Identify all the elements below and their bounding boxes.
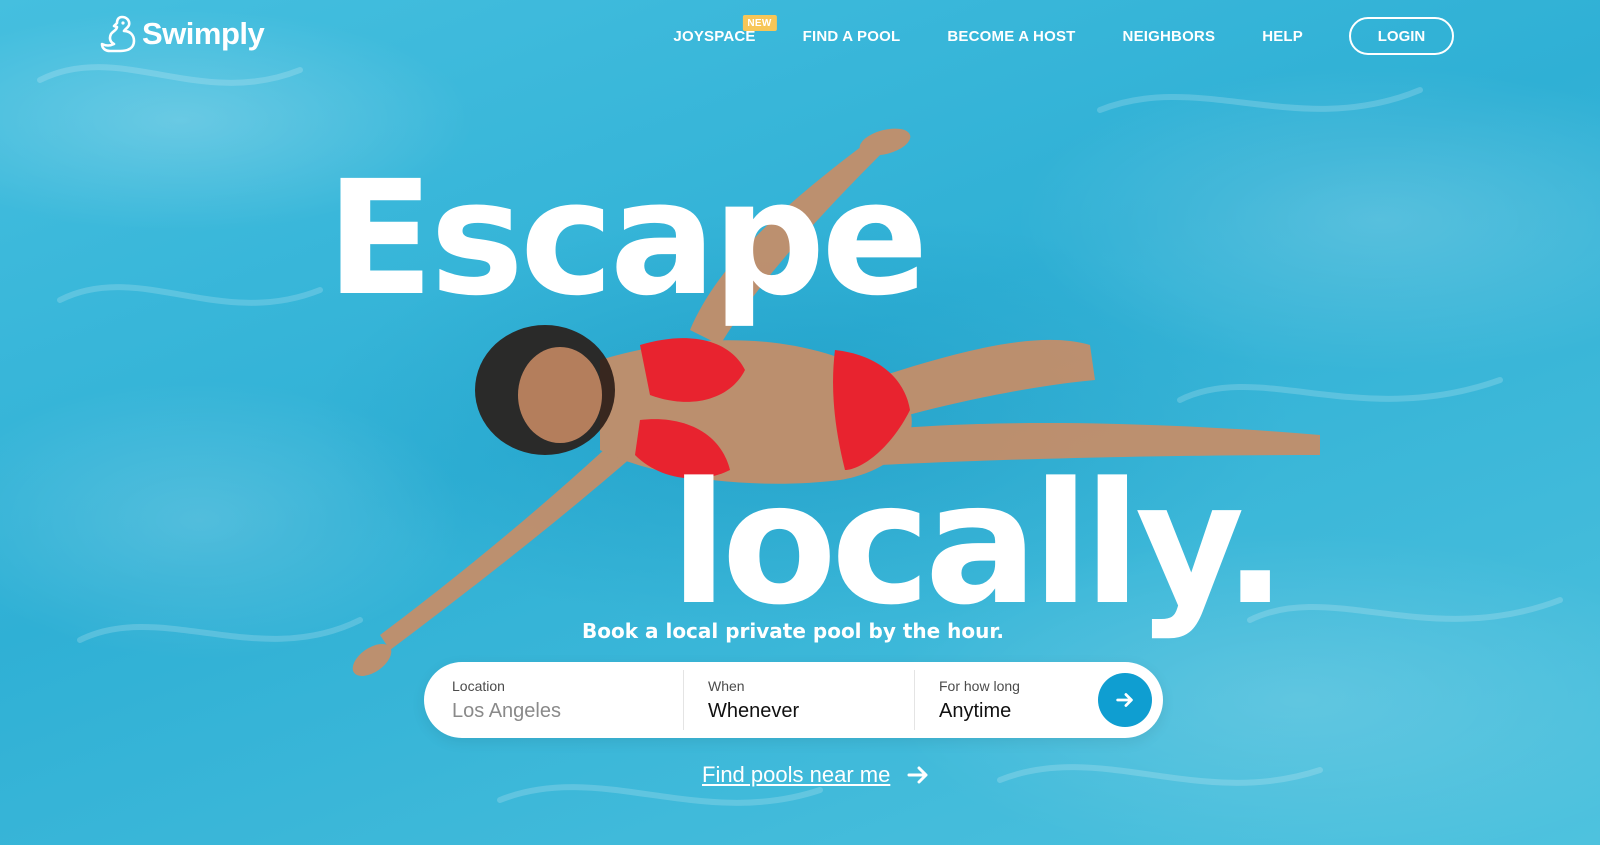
find-pools-near-me-link[interactable]: Find pools near me (702, 762, 930, 788)
nav-item-label: NEIGHBORS (1122, 27, 1216, 45)
swimply-logo[interactable]: Swimply (100, 14, 265, 54)
nav-item-joyspace[interactable]: JOYSPACE NEW (673, 14, 777, 45)
nav-item-label: FIND A POOL (802, 27, 901, 45)
arrow-right-icon (907, 766, 928, 784)
pool-search-bar: Location When Whenever For how long Anyt… (424, 662, 1163, 738)
hero-tagline: Book a local private pool by the hour. (582, 619, 1004, 643)
login-button[interactable]: LOGIN (1349, 17, 1454, 55)
location-input[interactable] (452, 700, 683, 723)
when-field[interactable]: When Whenever (683, 662, 914, 738)
nav-item-label: HELP (1262, 27, 1303, 45)
search-submit-button[interactable] (1098, 673, 1152, 727)
nav-item-neighbors[interactable]: NEIGHBORS (1123, 28, 1216, 45)
location-field[interactable]: Location (424, 662, 683, 738)
nav-item-become-a-host[interactable]: BECOME A HOST (947, 28, 1075, 45)
new-badge: NEW (742, 14, 777, 31)
main-nav: JOYSPACE NEW FIND A POOL BECOME A HOST N… (673, 14, 1454, 55)
nav-item-label: BECOME A HOST (947, 27, 1076, 45)
brand-name: Swimply (142, 16, 265, 51)
when-value[interactable]: Whenever (708, 700, 914, 723)
headline-line-1: Escape (326, 147, 929, 331)
headline-line-2: locally. (670, 446, 1287, 642)
location-label: Location (452, 678, 505, 694)
arrow-right-icon (1116, 693, 1133, 707)
nav-item-help[interactable]: HELP (1262, 28, 1303, 45)
duration-value[interactable]: Anytime (939, 700, 1094, 723)
when-label: When (708, 678, 745, 694)
near-me-label: Find pools near me (702, 762, 891, 787)
nav-item-find-a-pool[interactable]: FIND A POOL (803, 28, 901, 45)
duration-field[interactable]: For how long Anytime (914, 662, 1094, 738)
duck-icon (100, 15, 136, 53)
duration-label: For how long (939, 678, 1020, 694)
